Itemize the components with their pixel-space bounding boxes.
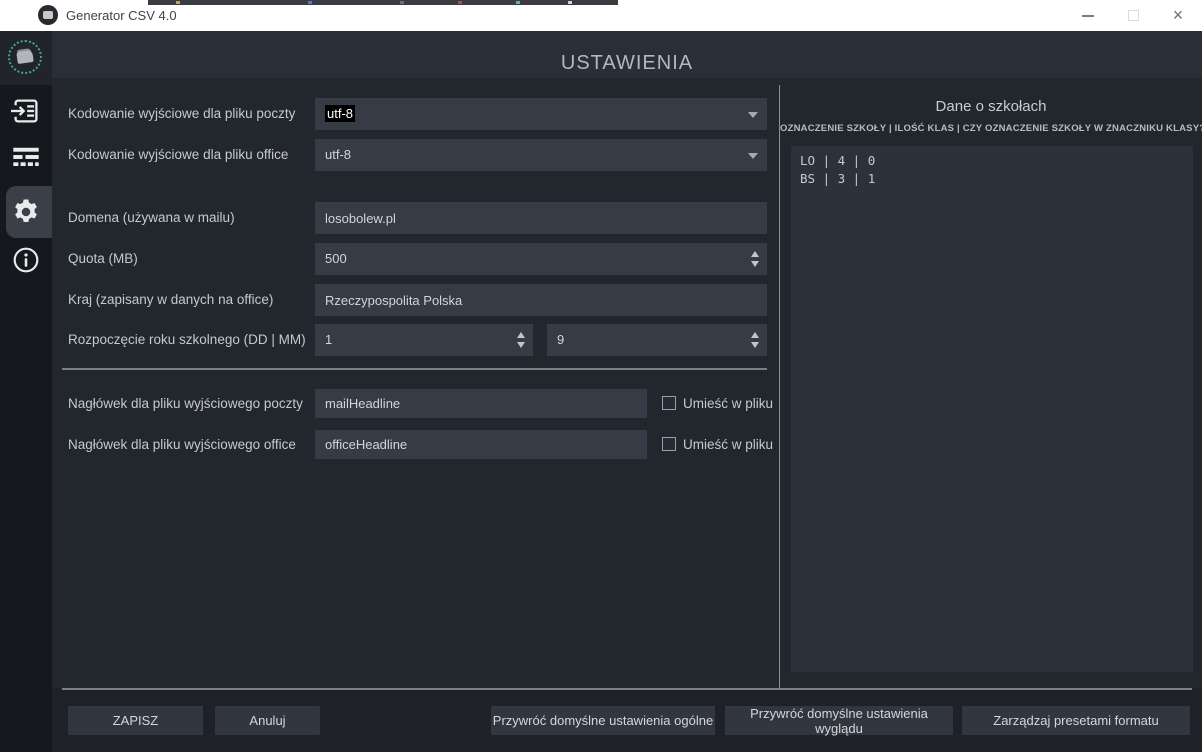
logo-box [0, 31, 52, 85]
import-icon [11, 96, 41, 126]
domain-input[interactable] [315, 202, 767, 234]
cancel-button[interactable]: Anuluj [215, 706, 320, 735]
maximize-button[interactable] [1116, 0, 1150, 31]
chevron-down-icon [748, 112, 758, 118]
form-row-office-headline: Nagłówek dla pliku wyjściowego office Um… [52, 430, 822, 459]
spin-down-icon[interactable] [751, 261, 759, 267]
form-row-quota: Quota (MB) 500 [52, 243, 822, 275]
minimize-icon [1082, 15, 1094, 17]
field-label: Kodowanie wyjściowe dla pliku office [68, 139, 310, 171]
form-row-encoding-mail: Kodowanie wyjściowe dla pliku poczty utf… [52, 98, 822, 130]
checkbox-label: Umieść w pliku [683, 389, 773, 418]
footer-divider [62, 688, 1192, 690]
sidebar-item-format[interactable] [11, 142, 41, 172]
page-title: USTAWIENIA [52, 31, 1202, 87]
schools-panel: Dane o szkołach OZNACZENIE SZKOŁY | ILOŚ… [779, 85, 1202, 688]
form-row-encoding-office: Kodowanie wyjściowe dla pliku office utf… [52, 139, 822, 171]
country-input[interactable] [315, 284, 767, 316]
field-label: Quota (MB) [68, 243, 310, 275]
gear-icon [11, 197, 41, 227]
schools-panel-title: Dane o szkołach [780, 98, 1202, 115]
field-label: Domena (używana w mailu) [68, 202, 310, 234]
sidebar-item-info[interactable] [12, 246, 40, 274]
maximize-icon [1128, 10, 1139, 21]
sidebar-item-settings[interactable] [11, 197, 41, 227]
sidebar [0, 31, 52, 752]
window-title: Generator CSV 4.0 [66, 0, 177, 31]
header: USTAWIENIA [52, 31, 1202, 78]
form-row-school-year-start: Rozpoczęcie roku szkolnego (DD | MM) 1 9 [52, 324, 822, 356]
spin-up-icon[interactable] [751, 332, 759, 338]
field-label: Nagłówek dla pliku wyjściowego office [68, 430, 310, 459]
schools-textarea[interactable]: LO | 4 | 0 BS | 3 | 1 [791, 146, 1193, 672]
field-label: Rozpoczęcie roku szkolnego (DD | MM) [68, 324, 310, 356]
checkbox-label: Umieść w pliku [683, 430, 773, 459]
mail-headline-checkbox[interactable] [662, 396, 676, 410]
field-label: Nagłówek dla pliku wyjściowego poczty [68, 389, 310, 418]
spin-up-icon[interactable] [751, 251, 759, 257]
form-row-domain: Domena (używana w mailu) [52, 202, 822, 234]
office-headline-input[interactable] [315, 430, 647, 459]
app-window: Generator CSV 4.0 × [0, 0, 1202, 752]
office-headline-checkbox[interactable] [662, 437, 676, 451]
encoding-office-combobox[interactable]: utf-8 [315, 139, 767, 171]
start-day-spinner[interactable]: 1 [315, 324, 533, 356]
encoding-mail-combobox[interactable]: utf-8 [315, 98, 767, 130]
spin-down-icon[interactable] [751, 342, 759, 348]
app-logo-icon [8, 40, 42, 74]
titlebar: Generator CSV 4.0 × [0, 0, 1202, 31]
field-label: Kraj (zapisany w danych na office) [68, 284, 310, 316]
main-area: USTAWIENIA Kodowanie wyjściowe dla pliku… [52, 31, 1202, 752]
background-window-artifact [148, 0, 618, 5]
format-lines-icon [11, 142, 41, 172]
spin-down-icon[interactable] [517, 342, 525, 348]
schools-panel-subtitle: OZNACZENIE SZKOŁY | ILOŚĆ KLAS | CZY OZN… [780, 123, 1202, 134]
app-icon [38, 5, 58, 25]
selected-text: utf-8 [325, 105, 355, 122]
quota-spinner[interactable]: 500 [315, 243, 767, 275]
form-section-divider [62, 368, 767, 370]
close-icon: × [1173, 5, 1184, 25]
close-button[interactable]: × [1161, 0, 1195, 31]
info-icon [12, 246, 40, 274]
restore-general-defaults-button[interactable]: Przywróć domyślne ustawienia ogólne [491, 706, 715, 735]
form-row-country: Kraj (zapisany w danych na office) [52, 284, 822, 316]
save-button[interactable]: ZAPISZ [68, 706, 203, 735]
form-row-mail-headline: Nagłówek dla pliku wyjściowego poczty Um… [52, 389, 822, 418]
restore-appearance-defaults-button[interactable]: Przywróć domyślne ustawienia wyglądu [725, 706, 953, 735]
manage-format-presets-button[interactable]: Zarządzaj presetami formatu [962, 706, 1190, 735]
chevron-down-icon [748, 153, 758, 159]
minimize-button[interactable] [1071, 0, 1105, 31]
mail-headline-input[interactable] [315, 389, 647, 418]
start-month-spinner[interactable]: 9 [547, 324, 767, 356]
field-label: Kodowanie wyjściowe dla pliku poczty [68, 98, 310, 130]
sidebar-item-import[interactable] [11, 96, 41, 126]
spin-up-icon[interactable] [517, 332, 525, 338]
footer: ZAPISZ Anuluj Przywróć domyślne ustawien… [52, 688, 1202, 752]
